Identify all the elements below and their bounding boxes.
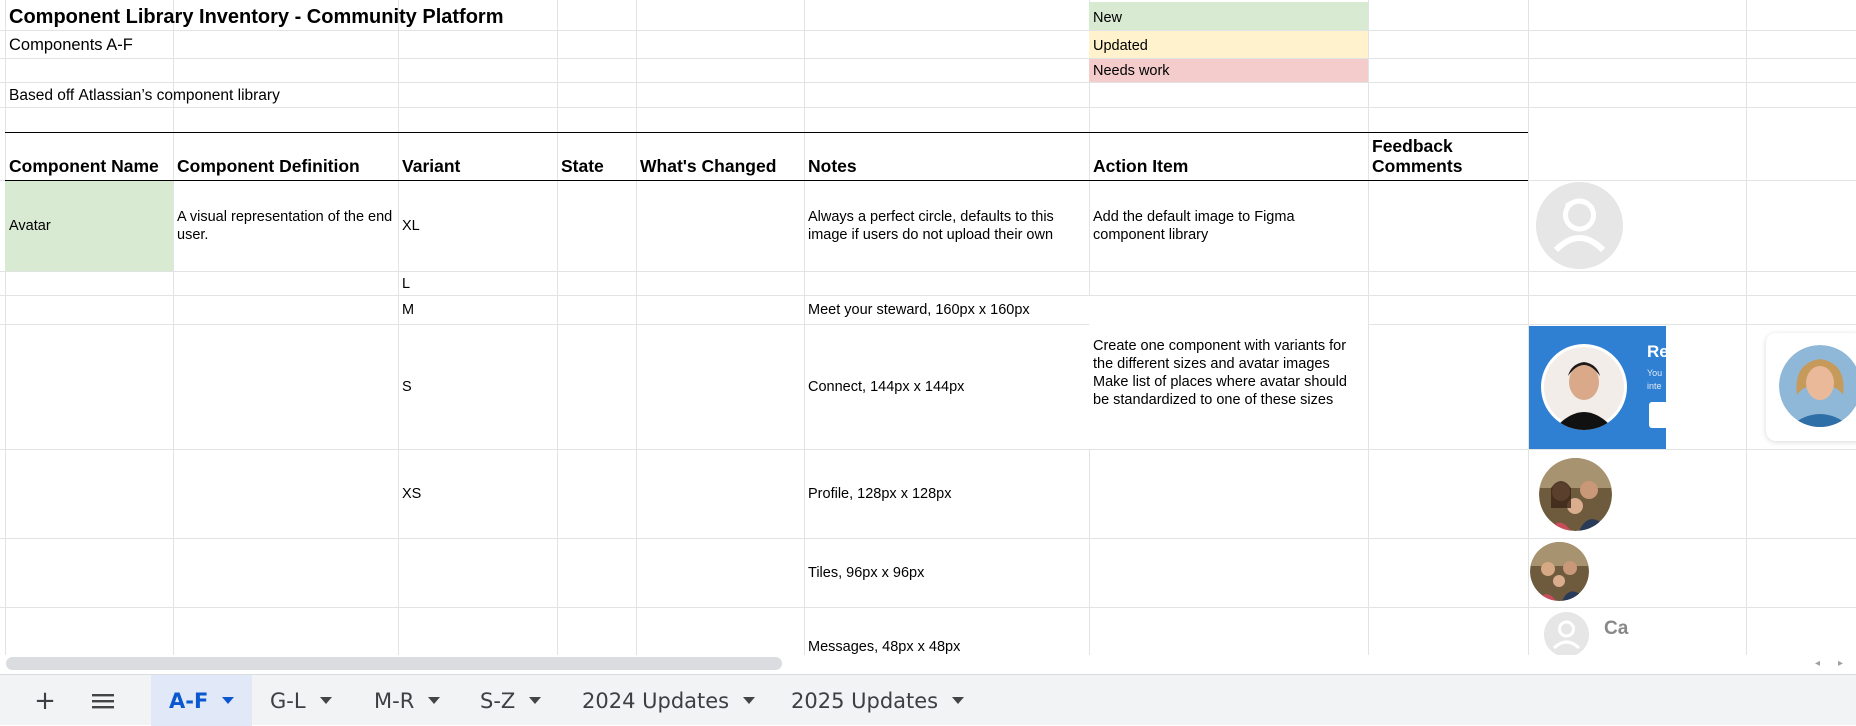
group-photo-icon [1539,458,1612,531]
chevron-down-icon[interactable] [222,697,235,704]
scroll-left-icon[interactable]: ◂ [1815,658,1820,669]
cell-variant-xs[interactable]: XS [398,450,557,538]
cell-notes-xl[interactable]: Always a perfect circle, defaults to thi… [804,181,1089,271]
person-photo-icon [1544,347,1624,430]
chevron-down-icon[interactable] [952,697,965,704]
hamburger-icon [92,693,114,708]
cell-notes-xs[interactable]: Profile, 128px x 128px [804,450,1089,538]
based-off-cell[interactable]: Based off Atlassian’s component library [5,84,284,107]
chevron-down-icon[interactable] [529,697,542,704]
messages-avatar-image [1544,612,1589,655]
scroll-right-icon[interactable]: ▸ [1838,658,1843,669]
sheet-title[interactable]: Component Library Inventory - Community … [5,4,507,30]
tab-label: 2024 Updates [582,688,730,713]
tab-label: 2025 Updates [791,688,939,713]
header-whats-changed[interactable]: What's Changed [636,133,804,180]
cell-variant-s[interactable]: S [398,325,557,449]
tab-g-l[interactable]: G-L [270,675,332,726]
group-photo-small-icon [1530,542,1589,601]
default-avatar-small-icon [1544,612,1589,655]
header-action-item[interactable]: Action Item [1089,133,1368,180]
cell-variant-l[interactable]: L [398,272,557,295]
header-variant[interactable]: Variant [398,133,557,180]
tiles-avatar-photo [1530,542,1589,601]
tab-label: S-Z [480,688,516,713]
legend-needs-work[interactable]: Needs work [1089,60,1174,82]
connect-card-title: Re [1647,342,1666,361]
cell-action-xl[interactable]: Add the default image to Figma component… [1089,181,1368,271]
header-state[interactable]: State [557,133,636,180]
connect-card-button [1649,402,1666,428]
atlassian-library-link[interactable]: Atlassian’s component library [79,87,280,105]
header-notes[interactable]: Notes [804,133,1089,180]
legend-new[interactable]: New [1089,6,1126,30]
header-feedback-line1: Feedback [1372,136,1453,156]
sheet-subtitle[interactable]: Components A-F [5,32,137,58]
chevron-down-icon[interactable] [743,697,756,704]
add-sheet-button[interactable]: + [30,675,60,726]
tab-label: G-L [270,688,306,713]
cell-avatar-definition[interactable]: A visual representation of the end user. [173,181,398,271]
cell-notes-m[interactable]: Meet your steward, 160px x 160px [804,296,1089,324]
header-feedback-line2: Comments [1372,156,1463,176]
cell-notes-s[interactable]: Connect, 144px x 144px [804,325,1089,449]
sheet-tab-bar: + A-F G-L M-R S-Z 2024 Updates 2025 Upda… [0,674,1856,726]
cell-variant-m[interactable]: M [398,296,557,324]
connect-avatar-photo [1541,344,1627,430]
chevron-down-icon[interactable] [319,697,332,704]
horizontal-scrollbar[interactable] [6,657,782,670]
profile-avatar-photo [1779,345,1856,427]
cell-notes-tiles[interactable]: Tiles, 96px x 96px [804,539,1089,607]
connect-card-preview: Re You inte [1529,326,1666,449]
tab-label: M-R [374,688,415,713]
all-sheets-button[interactable] [88,675,118,726]
default-avatar-icon [1536,182,1623,269]
legend-updated[interactable]: Updated [1089,34,1152,58]
tab-2025-updates[interactable]: 2025 Updates [791,675,965,726]
messages-name-partial: Ca [1604,618,1629,639]
cell-notes-messages[interactable]: Messages, 48px x 48px [804,608,1089,655]
tab-m-r[interactable]: M-R [374,675,441,726]
based-off-label: Based off [9,86,75,104]
tab-a-f[interactable]: A-F [151,675,253,726]
connect-card-text-1: You [1647,368,1663,378]
header-component-definition[interactable]: Component Definition [173,133,398,180]
default-avatar-image [1536,182,1623,269]
tab-s-z[interactable]: S-Z [480,675,542,726]
cell-action-s[interactable]: Create one component with variants for t… [1089,296,1368,449]
xs-avatar-photo [1539,458,1612,531]
header-component-name[interactable]: Component Name [5,133,173,180]
cell-avatar-name[interactable]: Avatar [5,181,173,271]
tab-label: A-F [169,688,209,713]
header-feedback-comments[interactable]: Feedback Comments [1368,133,1528,180]
spreadsheet-grid[interactable]: Component Library Inventory - Community … [0,0,1856,655]
chevron-down-icon[interactable] [428,697,441,704]
woman-photo-icon [1779,345,1856,427]
cell-variant-xl[interactable]: XL [398,181,557,271]
profile-card-preview [1766,333,1856,441]
connect-card-text-2: inte [1647,381,1662,391]
tab-2024-updates[interactable]: 2024 Updates [582,675,756,726]
